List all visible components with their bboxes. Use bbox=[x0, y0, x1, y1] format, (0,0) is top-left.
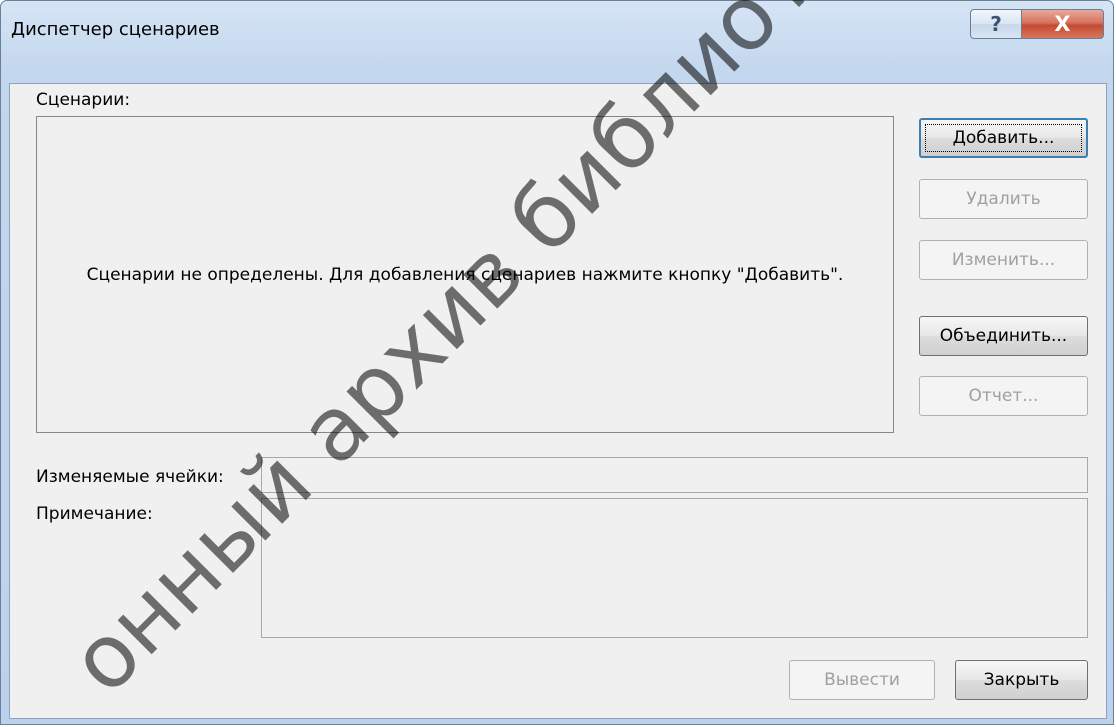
show-button[interactable]: Вывести bbox=[789, 660, 935, 700]
close-icon: X bbox=[1054, 12, 1071, 36]
scenarios-label: Сценарии: bbox=[36, 90, 131, 110]
show-button-label: Вывести bbox=[824, 670, 900, 690]
close-button-label: Закрыть bbox=[983, 670, 1060, 690]
comment-field bbox=[261, 498, 1088, 638]
edit-button[interactable]: Изменить... bbox=[919, 240, 1088, 280]
add-button[interactable]: Добавить... bbox=[919, 118, 1088, 158]
merge-button-label: Объединить... bbox=[939, 326, 1068, 346]
merge-button[interactable]: Объединить... bbox=[919, 316, 1088, 356]
scenarios-empty-message: Сценарии не определены. Для добавления с… bbox=[86, 264, 844, 285]
dialog-title: Диспетчер сценариев bbox=[11, 19, 220, 40]
add-button-label: Добавить... bbox=[952, 128, 1055, 148]
scenarios-list[interactable]: Сценарии не определены. Для добавления с… bbox=[36, 116, 894, 433]
close-window-button[interactable]: X bbox=[1021, 9, 1104, 39]
close-button[interactable]: Закрыть bbox=[955, 660, 1088, 700]
help-button[interactable]: ? bbox=[970, 9, 1022, 39]
comment-label: Примечание: bbox=[36, 504, 153, 524]
changing-cells-field bbox=[261, 457, 1088, 493]
dialog-body: Сценарии: Сценарии не определены. Для до… bbox=[9, 83, 1107, 719]
changing-cells-label: Изменяемые ячейки: bbox=[36, 467, 224, 487]
scenario-manager-dialog: Диспетчер сценариев ? X Сценарии: Сценар… bbox=[0, 0, 1114, 725]
help-icon: ? bbox=[990, 12, 1002, 36]
title-bar[interactable]: Диспетчер сценариев ? X bbox=[1, 1, 1113, 83]
report-button-label: Отчет... bbox=[968, 386, 1039, 406]
edit-button-label: Изменить... bbox=[951, 250, 1056, 270]
report-button[interactable]: Отчет... bbox=[919, 376, 1088, 416]
delete-button[interactable]: Удалить bbox=[919, 179, 1088, 219]
delete-button-label: Удалить bbox=[966, 189, 1041, 209]
